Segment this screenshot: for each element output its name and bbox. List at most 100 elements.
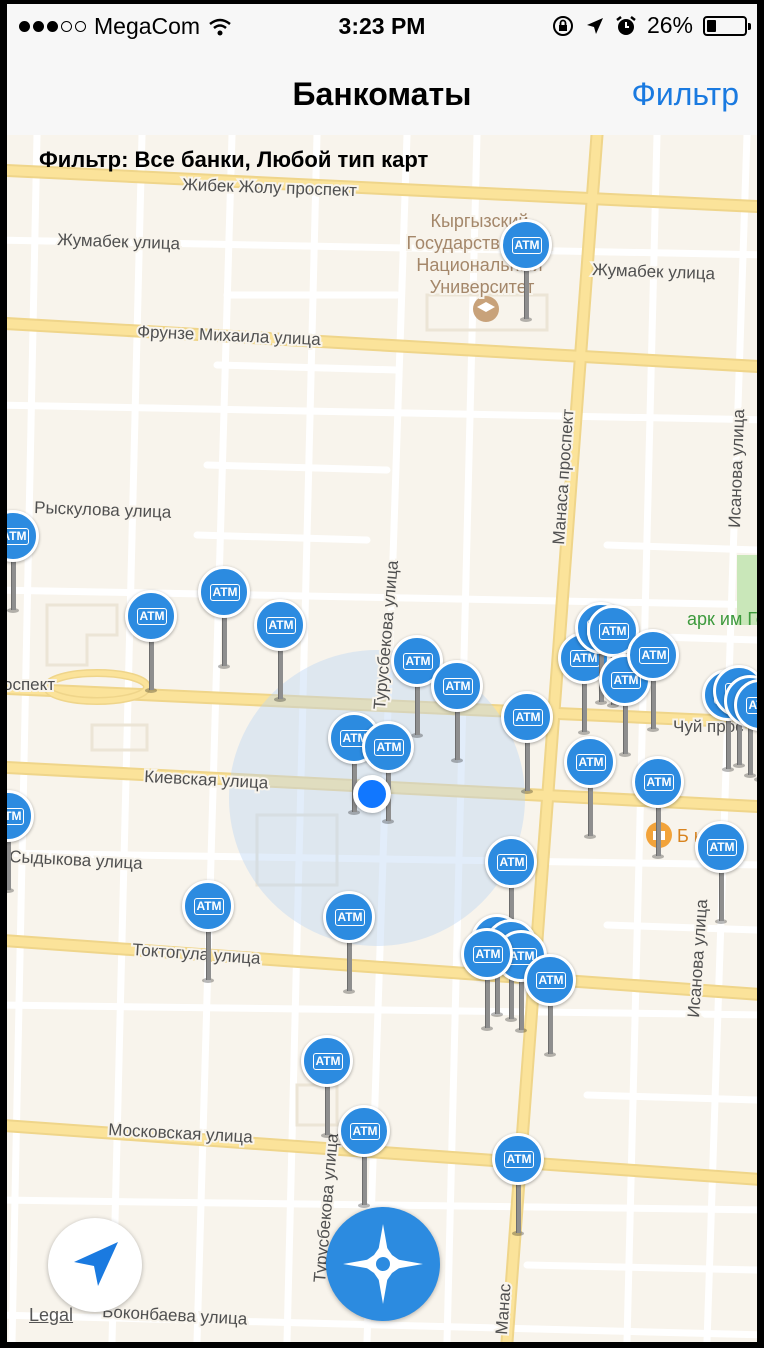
atm-pin-label: ATM (639, 647, 669, 664)
atm-pin-label: ATM (350, 1123, 380, 1140)
atm-pin-stick (7, 840, 11, 890)
atm-pin-stick (485, 978, 490, 1028)
atm-icon: ATM (338, 1105, 390, 1157)
atm-icon: ATM (501, 691, 553, 743)
atm-icon: ATM (695, 821, 747, 873)
atm-pin-stick (516, 1183, 521, 1233)
rotation-lock-icon (552, 15, 573, 36)
atm-pin-stick (222, 616, 227, 666)
legal-link[interactable]: Legal (29, 1305, 73, 1326)
atm-pin-label: ATM (599, 623, 629, 640)
atm-pin[interactable]: ATM (501, 691, 553, 797)
device-frame: MegaCom 3:23 PM 26% Банкоматы Фильтр Жиб… (0, 0, 764, 1348)
park-label: арк им Гор (687, 609, 757, 629)
atm-pin[interactable]: ATM (254, 599, 306, 705)
atm-pin-label: ATM (266, 617, 296, 634)
atm-icon: ATM (627, 629, 679, 681)
atm-pin[interactable]: ATM (695, 821, 747, 927)
atm-pin[interactable]: ATM (323, 891, 375, 997)
street-label: Манас (492, 1282, 515, 1335)
atm-pin-stick (362, 1155, 367, 1205)
atm-icon: ATM (524, 954, 576, 1006)
atm-pin-stick (149, 640, 154, 690)
atm-pin[interactable]: ATM (182, 880, 234, 986)
atm-pin[interactable]: ATM (632, 756, 684, 862)
atm-pin[interactable]: ATM (7, 790, 34, 896)
atm-pin-stick (415, 685, 420, 735)
atm-icon: ATM (323, 891, 375, 943)
atm-pin-label: ATM (335, 909, 365, 926)
atm-pin-label: ATM (403, 653, 433, 670)
atm-pin[interactable]: ATM (627, 629, 679, 735)
atm-pin-label: ATM (374, 739, 404, 756)
atm-pin-stick (719, 871, 724, 921)
atm-pin-label: ATM (497, 854, 527, 871)
atm-pin[interactable]: ATM (338, 1105, 390, 1211)
atm-pin-shadow (754, 777, 757, 782)
user-location-dot[interactable] (353, 775, 391, 813)
atm-pin-stick (278, 649, 283, 699)
atm-icon: ATM (461, 928, 513, 980)
status-right: 26% (551, 12, 751, 39)
atm-pin-stick (347, 941, 352, 991)
atm-icon: ATM (301, 1035, 353, 1087)
atm-pin-label: ATM (536, 972, 566, 989)
status-bar: MegaCom 3:23 PM 26% (7, 4, 757, 48)
compass-rose-icon (343, 1224, 423, 1304)
filter-button[interactable]: Фильтр (632, 76, 740, 113)
atm-icon: ATM (182, 880, 234, 932)
atm-pin-label: ATM (7, 528, 29, 545)
atm-pin-label: ATM (473, 946, 503, 963)
atm-icon: ATM (125, 590, 177, 642)
atm-pin-stick (588, 786, 593, 836)
atm-pin-stick (656, 806, 661, 856)
atm-pin[interactable]: ATM (500, 219, 552, 325)
location-arrow-icon (586, 17, 603, 34)
atm-pin-stick (325, 1085, 330, 1135)
atm-icon: ATM (632, 756, 684, 808)
atm-pin-stick (206, 930, 211, 980)
atm-icon: ATM (500, 219, 552, 271)
atm-pin[interactable]: ATM (125, 590, 177, 696)
street-label: оспект (7, 675, 55, 694)
atm-pin[interactable]: ATM (7, 510, 39, 616)
atm-pin-stick (651, 679, 656, 729)
atm-pin-label: ATM (512, 237, 542, 254)
atm-icon: ATM (734, 679, 757, 731)
atm-pin-stick (524, 269, 529, 319)
atm-pin-label: ATM (513, 709, 543, 726)
location-arrow-icon (74, 1242, 118, 1286)
battery-percent: 26% (646, 12, 693, 38)
atm-pin-stick (455, 710, 460, 760)
atm-pin-label: ATM (746, 697, 757, 714)
atm-pin[interactable]: ATM (524, 954, 576, 1060)
atm-pin[interactable]: ATM (734, 679, 757, 785)
atm-pin[interactable]: ATM (461, 928, 513, 1034)
atm-pin-stick (525, 741, 530, 791)
atm-pin-label: ATM (644, 774, 674, 791)
atm-pin[interactable]: ATM (492, 1133, 544, 1239)
atm-icon: ATM (431, 660, 483, 712)
map-view[interactable]: Жибек Жолу проспект Жумабек улица Жумабе… (7, 135, 757, 1342)
atm-pin-label: ATM (210, 584, 240, 601)
atm-pin-label: ATM (313, 1053, 343, 1070)
atm-pin[interactable]: ATM (198, 566, 250, 672)
atm-pin-label: ATM (7, 808, 24, 825)
atm-icon: ATM (198, 566, 250, 618)
atm-pin-label: ATM (443, 678, 473, 695)
atm-icon: ATM (492, 1133, 544, 1185)
atm-icon: ATM (7, 790, 34, 842)
atm-pin-label: ATM (707, 839, 737, 856)
atm-pin-stick (11, 560, 16, 610)
compass-button[interactable] (326, 1207, 440, 1321)
atm-pin-label: ATM (137, 608, 167, 625)
atm-icon: ATM (254, 599, 306, 651)
atm-icon: ATM (485, 836, 537, 888)
atm-pin[interactable]: ATM (431, 660, 483, 766)
alarm-icon (616, 15, 636, 35)
filter-caption: Фильтр: Все банки, Любой тип карт (39, 147, 429, 172)
locate-me-button[interactable] (48, 1218, 142, 1312)
battery-icon (703, 15, 751, 36)
navigation-bar: Банкоматы Фильтр (7, 48, 757, 136)
atm-pin-stick (548, 1004, 553, 1054)
